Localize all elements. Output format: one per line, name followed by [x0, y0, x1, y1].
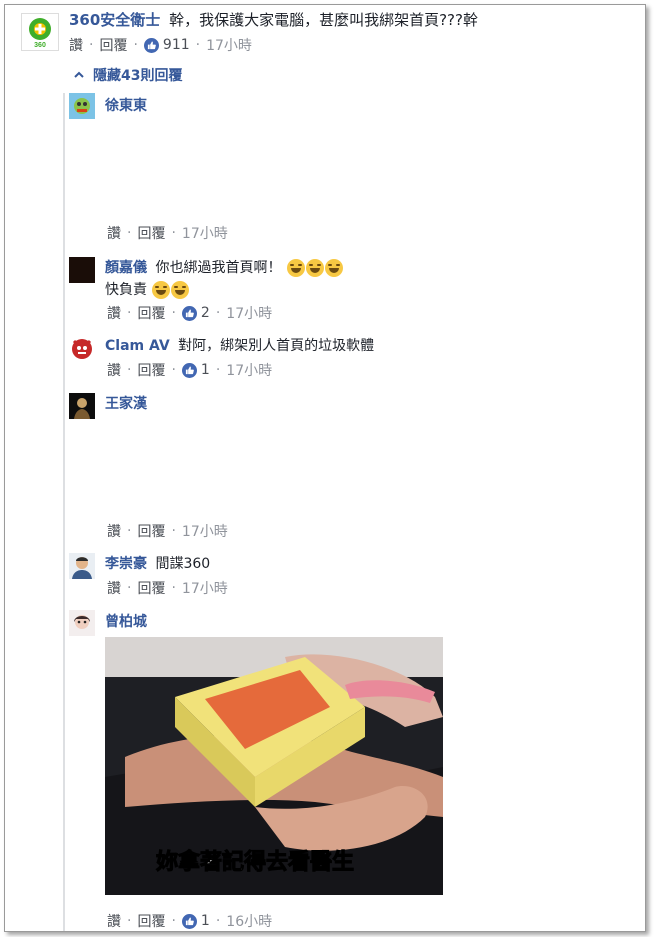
reply-time[interactable]: 17小時: [182, 223, 228, 243]
like-button[interactable]: 讚: [107, 223, 121, 243]
avatar-reply-3[interactable]: [69, 393, 95, 419]
reply-button[interactable]: 回覆: [137, 521, 165, 541]
reply-button[interactable]: 回覆: [99, 35, 127, 55]
comment-text: 幹，我保護大家電腦，甚麼叫我綁架首頁???幹: [169, 11, 478, 29]
like-button[interactable]: 讚: [69, 35, 83, 55]
avatar-reply-2[interactable]: [69, 335, 95, 361]
like-count[interactable]: 1: [181, 362, 210, 378]
reply-thread-line: [63, 93, 65, 931]
hide-replies-link[interactable]: 隱藏43則回覆: [73, 65, 182, 85]
reply-text: 你也綁過我首頁啊！: [155, 260, 282, 276]
tears-of-joy-emoji: [286, 259, 343, 277]
reply-button[interactable]: 回覆: [137, 303, 165, 323]
reply-time[interactable]: 16小時: [226, 911, 272, 931]
reply-actions: 讚 · 回覆 · 2 · 17小時: [107, 303, 273, 323]
avatar-reply-5[interactable]: [69, 610, 95, 636]
reply-author[interactable]: 王家漢: [105, 396, 147, 412]
thumbs-up-icon: [143, 37, 159, 53]
like-count[interactable]: 2: [181, 305, 210, 321]
tears-of-joy-emoji: [151, 281, 190, 299]
reply-button[interactable]: 回覆: [137, 223, 165, 243]
thumbs-up-icon: [181, 362, 197, 378]
reply-author[interactable]: 曾柏城: [105, 614, 147, 630]
reply-actions: 讚 · 回覆 · 17小時: [107, 578, 228, 598]
avatar-reply-1[interactable]: [69, 257, 95, 283]
reply-author[interactable]: 徐東東: [105, 98, 147, 114]
comment-thread: 360 360安全衛士 幹，我保護大家電腦，甚麼叫我綁架首頁???幹 讚 · 回…: [4, 4, 646, 932]
360-logo-icon: 360: [29, 18, 51, 49]
reply-text: 對阿，綁架別人首頁的垃圾軟體: [178, 338, 375, 354]
reply-actions: 讚 · 回覆 · 17小時: [107, 521, 228, 541]
meme-caption: 妳拿著記得去看醫生: [156, 849, 354, 875]
reply-actions: 讚 · 回覆 · 1 · 17小時: [107, 360, 273, 380]
chevron-up-icon: [74, 71, 84, 78]
thumbs-up-icon: [181, 913, 197, 929]
meme-image[interactable]: 妳拿著記得去看醫生: [105, 637, 443, 895]
reply-button[interactable]: 回覆: [137, 360, 165, 380]
reply-time[interactable]: 17小時: [226, 303, 272, 323]
reply-actions: 讚 · 回覆 · 1 · 16小時: [107, 911, 273, 931]
like-button[interactable]: 讚: [107, 303, 121, 323]
reply-button[interactable]: 回覆: [137, 578, 165, 598]
avatar-reply-4[interactable]: [69, 553, 95, 579]
reply-time[interactable]: 17小時: [226, 360, 272, 380]
comment-time[interactable]: 17小時: [206, 35, 252, 55]
like-button[interactable]: 讚: [107, 521, 121, 541]
reply-actions: 讚 · 回覆 · 17小時: [107, 223, 228, 243]
reply-author[interactable]: Clam AV: [105, 338, 170, 354]
like-button[interactable]: 讚: [107, 360, 121, 380]
comment-author[interactable]: 360安全衛士: [69, 11, 160, 29]
meme-photo: 妳拿著記得去看醫生: [105, 637, 443, 895]
reply-button[interactable]: 回覆: [137, 911, 165, 931]
reply-time[interactable]: 17小時: [182, 521, 228, 541]
like-count[interactable]: 911: [143, 37, 190, 53]
svg-text:360: 360: [34, 42, 46, 49]
comment-actions: 讚 · 回覆 · 911 · 17小時: [69, 35, 252, 55]
like-button[interactable]: 讚: [107, 578, 121, 598]
thumbs-up-icon: [181, 305, 197, 321]
reply-text: 間諜360: [155, 556, 211, 572]
reply-time[interactable]: 17小時: [182, 578, 228, 598]
reply-text-line2: 快負責: [105, 282, 147, 298]
avatar-reply-0[interactable]: [69, 93, 95, 119]
reply-author[interactable]: 顏嘉儀: [105, 260, 147, 276]
avatar-360[interactable]: 360: [21, 13, 59, 51]
reply-author[interactable]: 李崇豪: [105, 556, 147, 572]
like-button[interactable]: 讚: [107, 911, 121, 931]
like-count[interactable]: 1: [181, 913, 210, 929]
